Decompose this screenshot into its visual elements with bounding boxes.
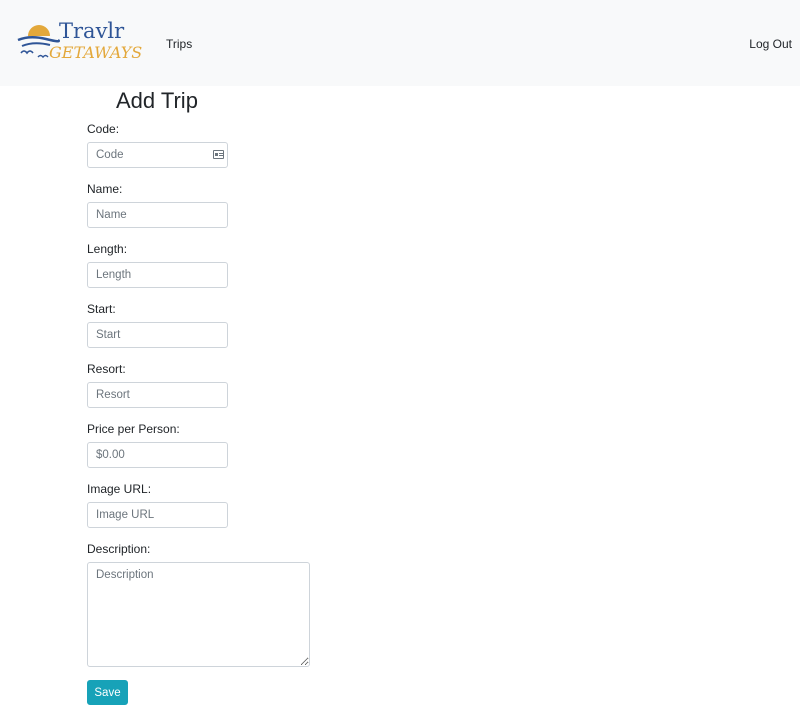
image-url-label: Image URL: (87, 482, 152, 496)
start-label: Start: (87, 302, 116, 316)
navbar: Travlr GETAWAYS Trips Log Out (0, 0, 800, 86)
image-url-input[interactable] (87, 502, 228, 528)
resort-input[interactable] (87, 382, 228, 408)
brand-line1: Travlr (59, 19, 125, 43)
save-button[interactable]: Save (87, 680, 128, 705)
price-label: Price per Person: (87, 422, 180, 436)
description-textarea[interactable] (87, 562, 310, 667)
description-label: Description: (87, 542, 151, 556)
price-input[interactable] (87, 442, 228, 468)
resort-label: Resort: (87, 362, 126, 376)
brand-logo[interactable]: Travlr GETAWAYS (16, 18, 146, 64)
logo-icon: Travlr GETAWAYS (17, 19, 142, 62)
start-input[interactable] (87, 322, 228, 348)
name-label: Name: (87, 182, 123, 196)
name-input[interactable] (87, 202, 228, 228)
page-title: Add Trip (116, 88, 198, 113)
contact-card-icon[interactable] (213, 150, 224, 159)
nav-link-logout[interactable]: Log Out (749, 37, 792, 51)
nav-link-trips[interactable]: Trips (166, 37, 192, 51)
code-input[interactable] (87, 142, 228, 168)
length-label: Length: (87, 242, 128, 256)
code-label: Code: (87, 122, 120, 136)
length-input[interactable] (87, 262, 228, 288)
brand-line2: GETAWAYS (49, 43, 142, 62)
